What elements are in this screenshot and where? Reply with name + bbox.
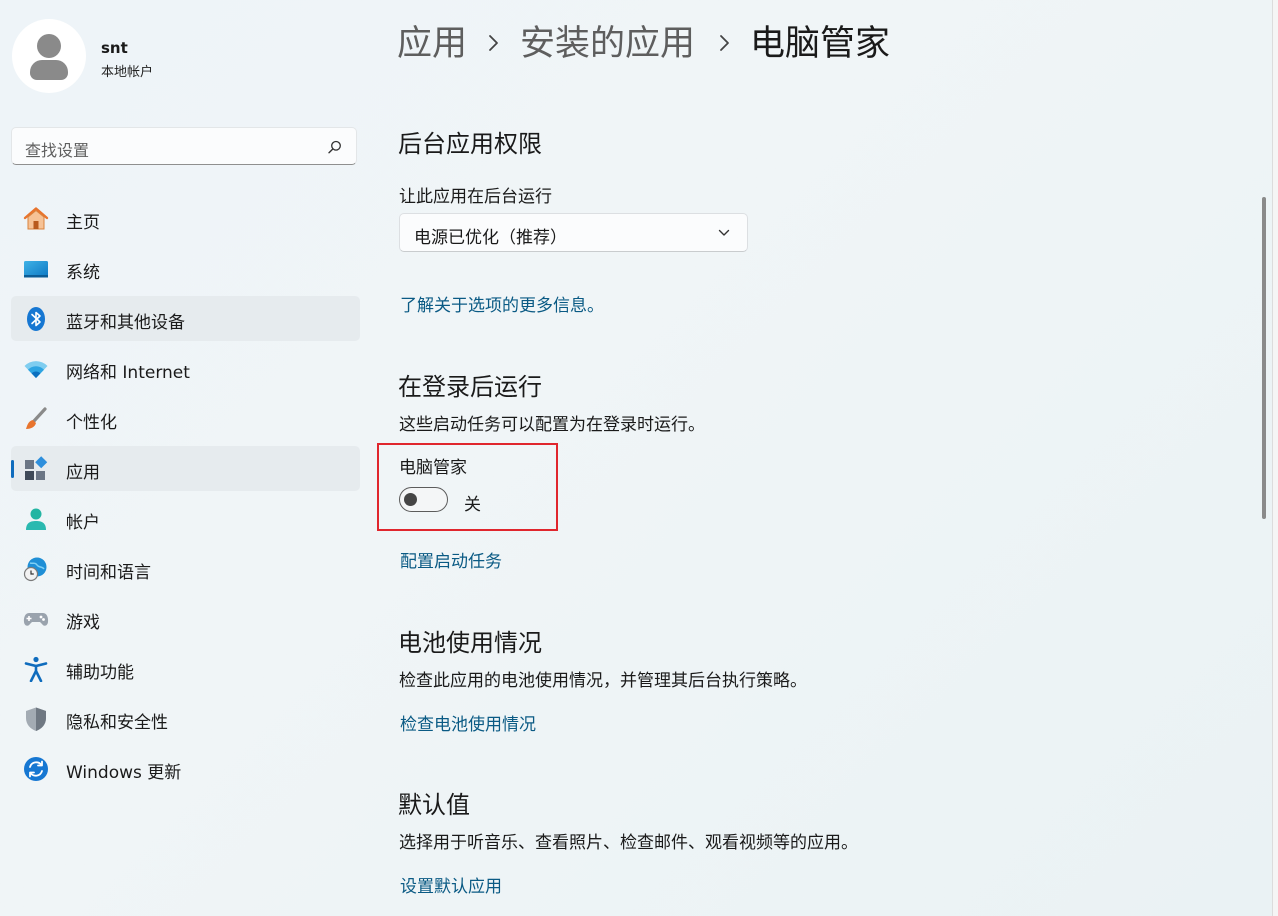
apps-icon (25, 456, 48, 480)
shield-icon (26, 707, 46, 731)
sidebar-item-privacy[interactable]: 隐私和安全性 (11, 696, 360, 741)
sidebar-item-label: 辅助功能 (66, 663, 134, 683)
selection-indicator (11, 460, 14, 478)
toggle-knob (404, 493, 417, 506)
sidebar-item-apps[interactable]: 应用 (11, 446, 360, 491)
gamepad-icon (23, 613, 49, 626)
sidebar-item-time-language[interactable]: 时间和语言 (11, 546, 360, 591)
learn-more-link[interactable]: 了解关于选项的更多信息。 (400, 291, 604, 316)
sidebar-item-home[interactable]: 主页 (11, 196, 360, 241)
check-battery-usage-link[interactable]: 检查电池使用情况 (400, 710, 536, 735)
breadcrumb-apps[interactable]: 应用 (397, 20, 467, 68)
set-default-apps-link[interactable]: 设置默认应用 (400, 872, 502, 897)
sidebar-item-label: 应用 (66, 463, 100, 483)
startup-task-name: 电脑管家 (399, 458, 467, 478)
sidebar-item-label: 网络和 Internet (66, 363, 190, 383)
configure-startup-tasks-link[interactable]: 配置启动任务 (400, 547, 502, 572)
startup-heading: 在登录后运行 (398, 373, 542, 401)
sidebar-item-windows-update[interactable]: Windows 更新 (11, 746, 360, 791)
toggle-state-label: 关 (464, 495, 481, 515)
sidebar-item-system[interactable]: 系统 (11, 246, 360, 291)
avatar-body (30, 60, 68, 80)
sidebar-item-label: 系统 (66, 263, 100, 283)
user-name: snt (101, 39, 128, 57)
sidebar-item-label: 主页 (66, 213, 100, 233)
startup-toggle[interactable] (399, 487, 448, 512)
sidebar-item-gaming[interactable]: 游戏 (11, 596, 360, 641)
account-icon (26, 508, 46, 530)
chevron-down-icon (718, 229, 730, 236)
home-icon (23, 207, 49, 230)
windows-update-icon (24, 757, 48, 781)
avatar[interactable] (12, 19, 86, 93)
search-input[interactable]: 查找设置 (11, 127, 357, 165)
dropdown-selected-value: 电源已优化（推荐） (414, 228, 567, 248)
page-title: 电脑管家 (750, 24, 891, 64)
sidebar-item-personalization[interactable]: 个性化 (11, 396, 360, 441)
background-permissions-heading: 后台应用权限 (398, 130, 542, 158)
sidebar-item-label: 帐户 (66, 513, 100, 533)
chevron-right-icon (720, 35, 729, 51)
startup-description: 这些启动任务可以配置为在登录时运行。 (399, 415, 705, 435)
scrollbar-thumb[interactable] (1262, 197, 1266, 519)
background-run-label: 让此应用在后台运行 (399, 187, 552, 207)
avatar-head (37, 34, 61, 58)
time-language-icon (23, 557, 47, 582)
background-run-dropdown[interactable]: 电源已优化（推荐） (399, 213, 748, 252)
accessibility-icon (24, 656, 48, 682)
defaults-heading: 默认值 (398, 791, 470, 819)
sidebar-item-network[interactable]: 网络和 Internet (11, 346, 360, 391)
sidebar-item-accounts[interactable]: 帐户 (11, 496, 360, 541)
battery-description: 检查此应用的电池使用情况，并管理其后台执行策略。 (399, 671, 807, 691)
user-account-type: 本地帐户 (101, 65, 154, 80)
sidebar-item-label: 游戏 (66, 613, 100, 633)
window-edge (1272, 0, 1278, 916)
sidebar-item-label: 时间和语言 (66, 563, 151, 583)
sidebar-item-label: Windows 更新 (66, 763, 182, 783)
breadcrumb-installed-apps[interactable]: 安装的应用 (520, 20, 695, 68)
sidebar-item-label: 个性化 (66, 413, 117, 433)
paintbrush-icon (26, 407, 47, 429)
wifi-icon (24, 361, 48, 378)
defaults-description: 选择用于听音乐、查看照片、检查邮件、观看视频等的应用。 (399, 833, 858, 853)
battery-heading: 电池使用情况 (398, 629, 542, 657)
search-placeholder: 查找设置 (25, 141, 90, 160)
chevron-right-icon (489, 35, 498, 51)
sidebar-item-bluetooth[interactable]: 蓝牙和其他设备 (11, 296, 360, 341)
system-display-icon (24, 261, 48, 278)
sidebar-item-label: 隐私和安全性 (66, 713, 168, 733)
search-icon[interactable] (328, 140, 342, 154)
sidebar-item-accessibility[interactable]: 辅助功能 (11, 646, 360, 691)
bluetooth-icon (27, 307, 45, 331)
sidebar-item-label: 蓝牙和其他设备 (66, 313, 185, 333)
